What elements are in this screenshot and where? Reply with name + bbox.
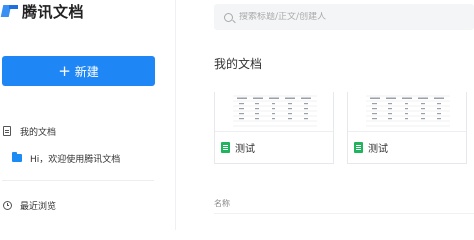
search-bar[interactable]	[214, 4, 474, 30]
search-input[interactable]	[239, 12, 439, 22]
app-logo[interactable]: 腾讯文档	[0, 0, 85, 22]
list-divider	[214, 213, 474, 214]
sidebar-item-welcome-folder[interactable]: Hi，欢迎使用腾讯文档	[12, 149, 120, 167]
document-icon	[2, 126, 12, 136]
new-button[interactable]: + 新建	[2, 56, 155, 86]
sidebar-item-label: Hi，欢迎使用腾讯文档	[30, 154, 121, 165]
sheet-icon	[354, 142, 363, 153]
doc-thumbnail	[215, 92, 333, 132]
doc-thumbnail	[348, 92, 466, 132]
sidebar-item-label: 最近浏览	[20, 201, 57, 212]
new-button-label: 新建	[74, 64, 99, 79]
sidebar-item-recent[interactable]: 最近浏览	[2, 196, 56, 214]
sidebar: 腾讯文档 + 新建 我的文档 Hi，欢迎使用腾讯文档 最近浏览	[0, 0, 176, 230]
search-icon	[224, 12, 233, 22]
doc-card-label: 测试	[368, 144, 388, 155]
section-title: 我的文档	[214, 57, 263, 71]
app-name: 腾讯文档	[22, 2, 85, 21]
doc-card-title: 测试	[215, 132, 333, 163]
clock-icon	[2, 200, 12, 210]
doc-card-label: 测试	[235, 144, 255, 155]
logo-icon	[0, 3, 18, 19]
doc-card-title: 测试	[348, 132, 466, 163]
column-header-name[interactable]: 名称	[214, 198, 230, 209]
folder-icon	[12, 152, 22, 163]
sidebar-item-label: 我的文档	[20, 127, 57, 138]
sheet-icon	[221, 142, 230, 153]
sidebar-item-my-docs[interactable]: 我的文档	[2, 122, 56, 140]
plus-icon: +	[58, 61, 71, 80]
sidebar-divider	[2, 180, 154, 181]
doc-card[interactable]: 测试	[347, 92, 467, 164]
doc-card[interactable]: 测试	[214, 92, 334, 164]
